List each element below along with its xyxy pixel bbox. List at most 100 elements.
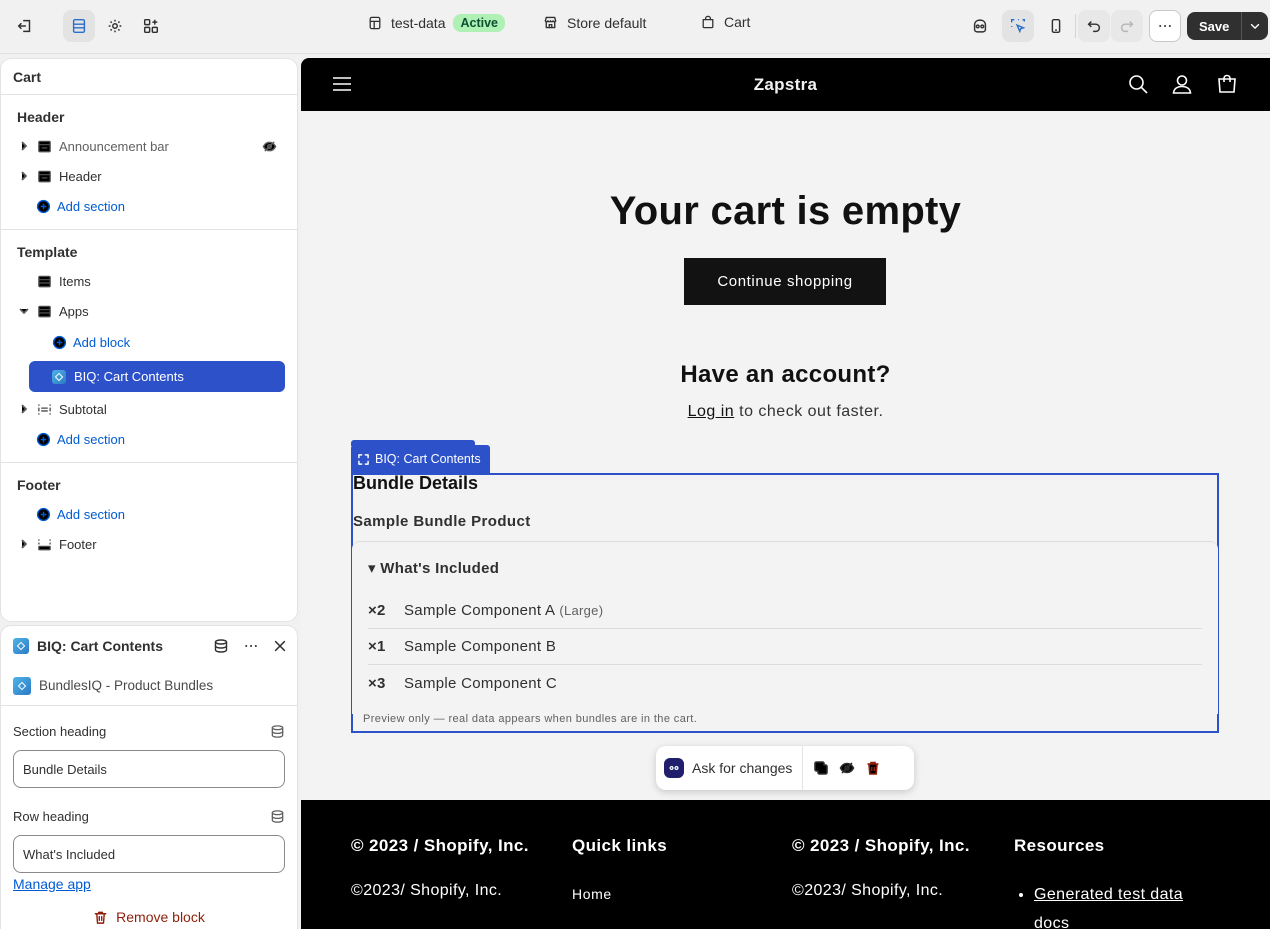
bundle-details-block[interactable]: Bundle Details Sample Bundle Product ▾ W… <box>351 473 1219 733</box>
database-icon[interactable] <box>213 638 229 654</box>
page-label: Cart <box>724 14 751 30</box>
plus-circle-icon <box>36 199 51 214</box>
trash-icon <box>93 910 108 925</box>
page-selector[interactable]: Cart <box>700 14 750 30</box>
add-section-button[interactable]: Add section <box>1 191 297 221</box>
database-icon[interactable] <box>270 724 285 739</box>
block-tab-label: BIQ: Cart Contents <box>375 452 481 466</box>
whats-included-toggle[interactable]: ▾ What's Included <box>368 559 499 577</box>
save-options-button[interactable] <box>1242 12 1268 40</box>
continue-shopping-button[interactable]: Continue shopping <box>684 258 886 305</box>
ellipsis-icon[interactable] <box>243 638 259 654</box>
block-label: BIQ: Cart Contents <box>74 369 184 384</box>
panel-title: Cart <box>1 59 297 95</box>
save-button[interactable]: Save <box>1187 12 1243 40</box>
section-items[interactable]: Items <box>1 266 297 296</box>
block-biq-cart-contents[interactable]: BIQ: Cart Contents <box>29 361 285 392</box>
ask-for-changes-button[interactable]: Ask for changes <box>664 746 804 790</box>
theme-icon <box>367 15 383 31</box>
theme-name: test-data <box>391 15 446 31</box>
selected-block-tab[interactable]: BIQ: Cart Contents <box>351 445 490 473</box>
section-announcement-bar[interactable]: Announcement bar <box>1 131 297 161</box>
login-link[interactable]: Log in <box>688 403 735 420</box>
store-footer: © 2023 / Shopify, Inc. ©2023/ Shopify, I… <box>301 800 1270 929</box>
database-icon[interactable] <box>270 809 285 824</box>
mobile-preview-icon[interactable] <box>1040 10 1072 42</box>
login-prompt: Log in to check out faster. <box>301 403 1270 421</box>
chevron-down-icon <box>1248 19 1262 33</box>
more-actions-button[interactable] <box>1149 10 1181 42</box>
footer-text: ©2023/ Shopify, Inc. <box>351 882 503 899</box>
app-name: BundlesIQ - Product Bundles <box>39 678 214 693</box>
section-heading-input[interactable]: Bundle Details <box>13 750 285 788</box>
exit-icon[interactable] <box>9 10 41 42</box>
sections-panel: Cart Header Announcement bar Header Add … <box>1 59 297 621</box>
list-item: ×1 Sample Component B <box>368 629 1202 665</box>
add-block-button[interactable]: Add block <box>1 326 297 359</box>
chevron-right-icon[interactable] <box>17 140 31 152</box>
footer-column: © 2023 / Shopify, Inc. ©2023/ Shopify, I… <box>792 836 970 900</box>
list-item: ×2 Sample Component A (Large) <box>368 593 1202 629</box>
duplicate-icon[interactable] <box>813 760 829 776</box>
footer-heading: © 2023 / Shopify, Inc. <box>351 836 529 855</box>
store-header: Zapstra <box>301 58 1270 111</box>
bundlesiq-app-icon <box>13 676 31 695</box>
add-section-button[interactable]: Add section <box>1 424 297 454</box>
eye-off-icon[interactable] <box>839 760 855 776</box>
close-icon[interactable] <box>273 639 287 653</box>
apps-icon[interactable] <box>135 10 167 42</box>
footer-heading: Quick links <box>572 836 668 855</box>
trash-icon[interactable] <box>865 760 881 776</box>
component-qty: ×1 <box>368 638 386 655</box>
section-label: Header <box>59 168 102 184</box>
section-footer[interactable]: Footer <box>1 529 297 559</box>
bundle-section-heading: Bundle Details <box>353 473 479 493</box>
row-heading-input[interactable]: What's Included <box>13 835 285 873</box>
footer-link[interactable]: Generated test data docs <box>1034 880 1214 929</box>
section-icon <box>37 274 53 289</box>
sidekick-icon[interactable] <box>964 10 996 42</box>
undo-icon[interactable] <box>1078 10 1110 42</box>
cart-icon[interactable] <box>1216 73 1238 95</box>
field-label: Row heading <box>13 808 89 824</box>
chevron-down-icon[interactable] <box>17 305 31 317</box>
list-item: ×3 Sample Component C <box>368 665 1202 701</box>
remove-block-button[interactable]: Remove block <box>1 909 297 925</box>
inspector-icon[interactable] <box>1002 10 1034 42</box>
section-apps[interactable]: Apps <box>1 296 297 326</box>
add-section-label: Add section <box>57 198 125 214</box>
chevron-right-icon[interactable] <box>17 170 31 182</box>
account-icon[interactable] <box>1171 73 1193 95</box>
section-label: Apps <box>59 303 89 319</box>
footer-heading: © 2023 / Shopify, Inc. <box>792 836 970 855</box>
section-label: Subtotal <box>59 401 107 417</box>
account-title: Have an account? <box>680 361 891 388</box>
store-icon <box>542 14 559 31</box>
section-icon <box>37 139 53 154</box>
redo-icon[interactable] <box>1111 10 1143 42</box>
section-label: Footer <box>59 536 97 552</box>
field-label: Section heading <box>13 723 107 739</box>
chevron-right-icon[interactable] <box>17 403 31 415</box>
store-selector[interactable]: Store default <box>542 14 646 31</box>
included-details: ▾ What's Included ×2 Sample Component A … <box>352 541 1218 714</box>
manage-app-link[interactable]: Manage app <box>1 873 297 895</box>
component-name: Sample Component A <box>404 602 556 619</box>
section-header[interactable]: Header <box>1 161 297 191</box>
chevron-right-icon[interactable] <box>17 538 31 550</box>
footer-group: Footer Add section Footer <box>1 463 297 567</box>
sections-icon[interactable] <box>63 10 95 42</box>
plus-circle-icon <box>36 507 51 522</box>
eye-off-icon[interactable] <box>262 139 277 154</box>
search-icon[interactable] <box>1127 73 1149 95</box>
gear-icon[interactable] <box>99 10 131 42</box>
footer-link[interactable]: Home <box>572 886 667 902</box>
add-section-button[interactable]: Add section <box>1 499 297 529</box>
theme-selector[interactable]: test-data Active <box>367 14 506 32</box>
footer-column: Quick links Home <box>572 836 667 902</box>
app-block-icon <box>52 369 66 384</box>
section-subtotal[interactable]: Subtotal <box>1 394 297 424</box>
store-logo[interactable]: Zapstra <box>301 75 1270 95</box>
store-label: Store default <box>567 14 647 31</box>
section-icon <box>37 169 53 184</box>
